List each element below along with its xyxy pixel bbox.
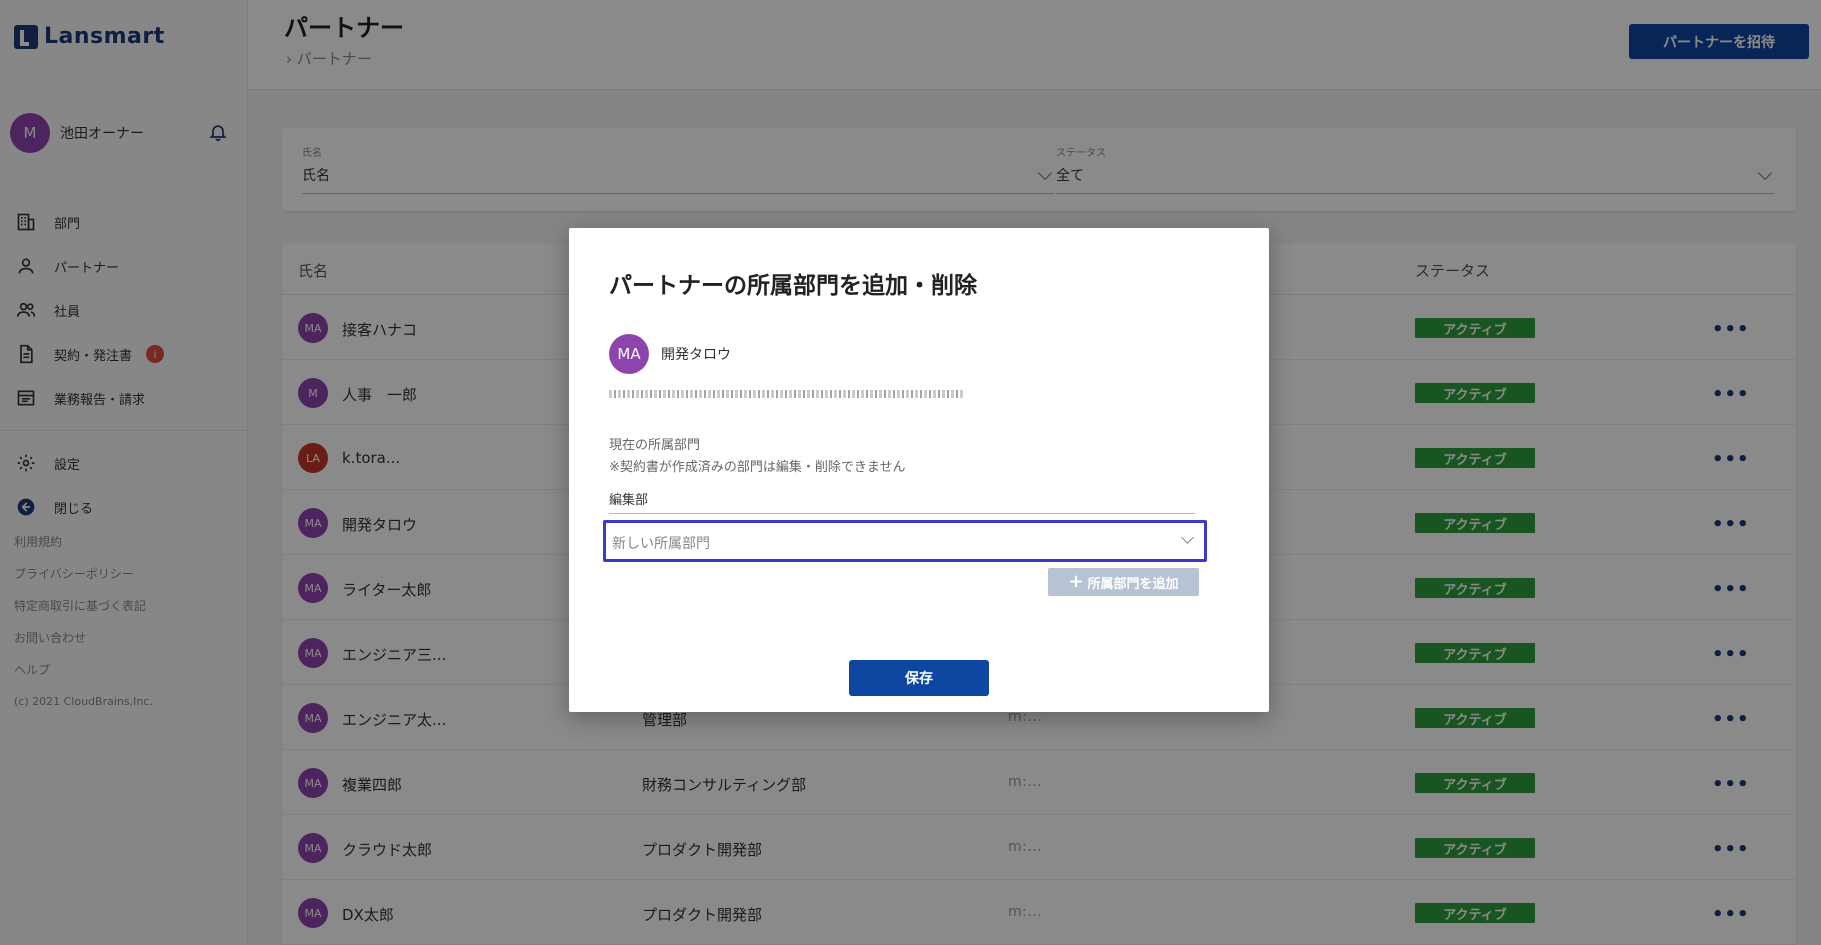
partner-name: 開発タロウ	[661, 347, 731, 363]
edit-note: ※契約書が作成済みの部門は編集・削除できません	[609, 460, 906, 475]
new-department-placeholder: 新しい所属部門	[612, 536, 710, 552]
new-department-select[interactable]: 新しい所属部門	[603, 520, 1207, 562]
save-button[interactable]: 保存	[849, 660, 989, 696]
current-department-label: 現在の所属部門	[609, 438, 701, 453]
avatar: MA	[609, 334, 649, 374]
chevron-down-icon	[1181, 531, 1194, 544]
add-department-label: 所属部門を追加	[1087, 576, 1179, 592]
partner-email-redacted	[609, 390, 965, 398]
edit-department-modal: パートナーの所属部門を追加・削除 MA 開発タロウ 現在の所属部門 ※契約書が作…	[569, 228, 1269, 712]
modal-title: パートナーの所属部門を追加・削除	[609, 273, 977, 299]
current-department-value[interactable]: 編集部	[609, 489, 1195, 514]
plus-icon: +	[1068, 571, 1084, 592]
add-department-button[interactable]: + 所属部門を追加	[1048, 568, 1199, 596]
